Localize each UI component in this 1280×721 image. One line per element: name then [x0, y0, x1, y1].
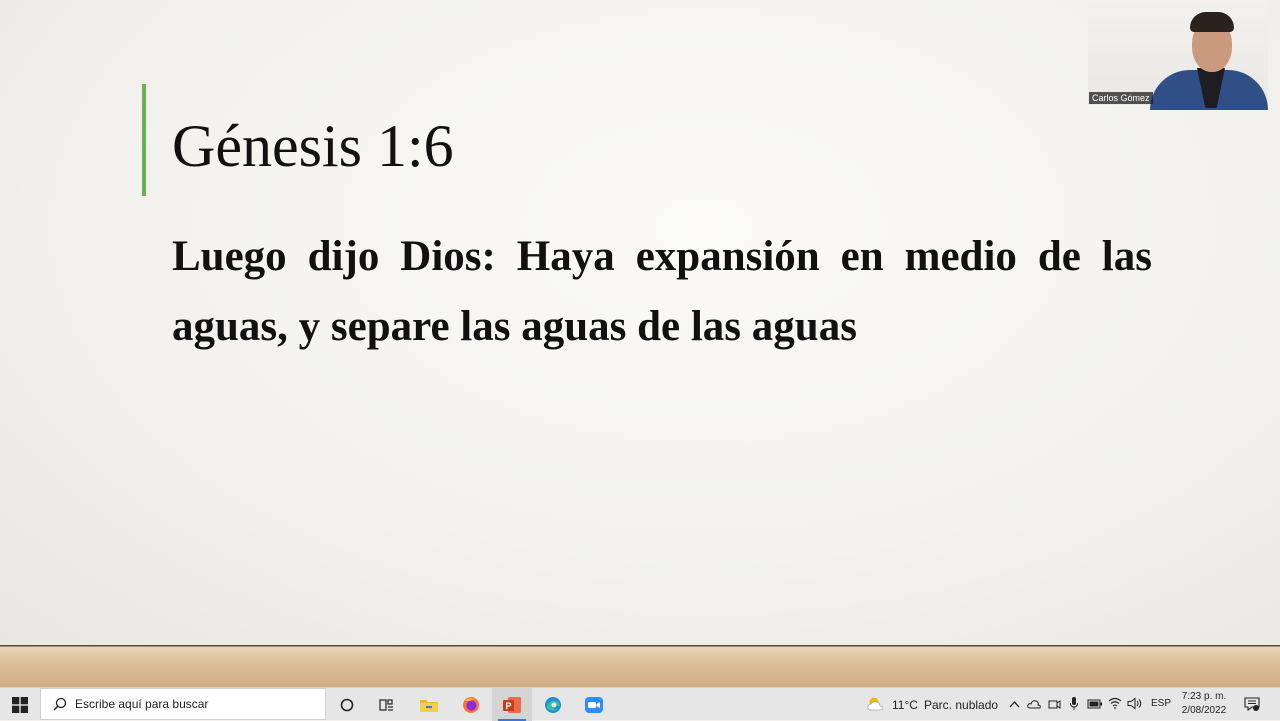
meet-now-icon[interactable]	[1048, 697, 1061, 711]
microphone-icon[interactable]	[1069, 696, 1079, 712]
participant-hair	[1190, 12, 1234, 32]
weather-condition[interactable]: Parc. nublado	[924, 698, 998, 712]
clock[interactable]: 7:23 p. m. 2/08/2022	[1173, 690, 1235, 718]
search-input[interactable]: Escribe aquí para buscar	[40, 688, 326, 720]
input-language[interactable]: ESP	[1151, 698, 1171, 709]
edge-icon	[545, 696, 561, 713]
firefox-icon	[463, 696, 479, 713]
cortana-icon	[340, 698, 354, 711]
windows-logo-icon	[12, 696, 28, 713]
onedrive-cloud-icon[interactable]	[1027, 698, 1041, 710]
edge-button[interactable]	[534, 688, 572, 721]
chevron-up-icon[interactable]	[1009, 699, 1020, 709]
participant-name-label: Carlos Gómez	[1089, 92, 1153, 104]
task-view-button[interactable]	[370, 688, 404, 721]
zoom-button[interactable]	[575, 688, 613, 721]
task-view-icon	[379, 698, 393, 711]
title-accent-bar	[142, 84, 146, 196]
start-button[interactable]	[0, 688, 40, 721]
clock-date: 2/08/2022	[1181, 705, 1227, 716]
desktop-wallpaper-strip	[0, 645, 1280, 687]
zoom-icon	[585, 696, 603, 713]
notification-center-icon[interactable]	[1244, 696, 1260, 712]
weather-partly-cloudy-icon[interactable]	[866, 696, 886, 712]
svg-text:P: P	[506, 701, 512, 711]
slide-title: Génesis 1:6	[172, 113, 454, 179]
wifi-icon[interactable]	[1108, 697, 1122, 709]
volume-icon[interactable]	[1127, 697, 1142, 710]
weather-temperature[interactable]: 11°C	[892, 698, 918, 712]
file-explorer-icon	[420, 699, 438, 712]
firefox-button[interactable]	[452, 688, 490, 721]
powerpoint-button[interactable]: P	[492, 688, 532, 721]
clock-time: 7:23 p. m.	[1181, 691, 1227, 702]
search-icon	[53, 697, 67, 711]
powerpoint-icon: P	[503, 696, 521, 713]
taskbar: Escribe aquí para buscar P 11°C Parc. nu…	[0, 687, 1280, 721]
cortana-button[interactable]	[330, 688, 364, 721]
search-placeholder: Escribe aquí para buscar	[75, 697, 209, 711]
battery-icon[interactable]	[1087, 699, 1103, 709]
slide-body-text: Luego dijo Dios: Haya expansión en medio…	[172, 233, 1152, 350]
file-explorer-button[interactable]	[410, 688, 448, 721]
